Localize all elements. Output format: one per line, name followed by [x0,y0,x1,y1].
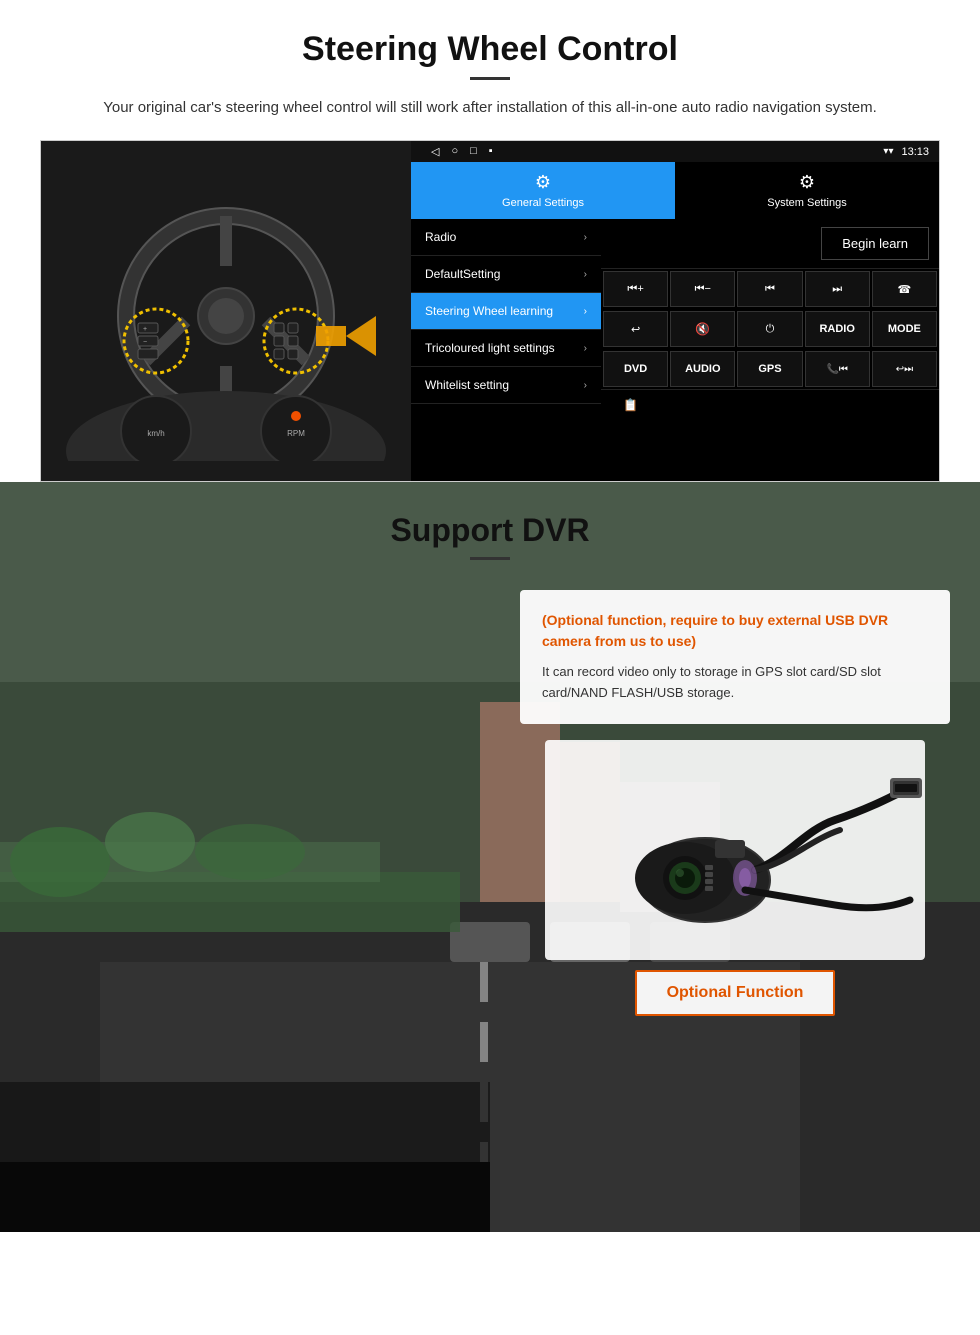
menu-controls-row: Radio › DefaultSetting › Steering Wheel … [411,219,939,481]
svg-text:RPM: RPM [287,429,305,438]
whitelist-icon-row: 📋 [601,389,939,420]
ctrl-audio[interactable]: AUDIO [670,351,735,387]
svg-text:km/h: km/h [147,429,164,438]
nav-square-icon[interactable]: □ [470,145,477,158]
ctrl-back-next[interactable]: ↩⏭ [872,351,937,387]
menu-steering-label: Steering Wheel learning [425,304,553,318]
general-settings-icon: ⚙ [535,172,551,193]
ctrl-button-grid-row1: ⏮+ ⏮− ⏮ ⏭ ☎ [601,269,939,309]
ctrl-gps[interactable]: GPS [737,351,802,387]
begin-learn-button[interactable]: Begin learn [821,227,929,260]
title-divider [470,77,510,80]
tab-system-label: System Settings [767,197,846,209]
steering-wheel-image: + − km/h RPM [41,141,411,481]
steering-controls-panel: Begin learn ⏮+ ⏮− ⏮ ⏭ ☎ ↩ 🔇 ⏻ [601,219,939,481]
begin-learn-row: Begin learn [601,219,939,269]
tab-general-settings[interactable]: ⚙ General Settings [411,162,675,219]
nav-buttons: ◁ ○ □ ▪ [431,145,493,158]
menu-default-label: DefaultSetting [425,267,500,281]
status-time: 13:13 [901,146,929,158]
menu-default-setting[interactable]: DefaultSetting › [411,256,601,293]
menu-whitelist-label: Whitelist setting [425,378,509,392]
optional-function-label: Optional Function [667,984,804,1001]
nav-menu-icon[interactable]: ▪ [489,145,493,158]
dvr-right-area: (Optional function, require to buy exter… [520,590,950,1232]
menu-radio[interactable]: Radio › [411,219,601,256]
section-subtitle: Your original car's steering wheel contr… [60,96,920,120]
menu-whitelist-arrow: › [584,380,587,391]
ctrl-radio[interactable]: RADIO [805,311,870,347]
steering-section: Steering Wheel Control Your original car… [0,0,980,482]
menu-radio-label: Radio [425,230,456,244]
nav-back-icon[interactable]: ◁ [431,145,439,158]
dvr-info-card: (Optional function, require to buy exter… [520,590,950,724]
ctrl-mode[interactable]: MODE [872,311,937,347]
menu-whitelist[interactable]: Whitelist setting › [411,367,601,404]
dvr-section: Support DVR [0,482,980,1232]
menu-tricoloured-arrow: › [584,343,587,354]
ctrl-mute[interactable]: 🔇 [670,311,735,347]
steering-demo-container: + − km/h RPM [40,140,940,482]
dvr-optional-text: (Optional function, require to buy exter… [542,610,928,652]
svg-text:+: + [143,326,147,333]
ctrl-phone[interactable]: ☎ [872,271,937,307]
ctrl-button-grid-row2: ↩ 🔇 ⏻ RADIO MODE [601,309,939,349]
ctrl-button-grid-row3: DVD AUDIO GPS 📞⏮ ↩⏭ [601,349,939,389]
ctrl-next[interactable]: ⏭ [805,271,870,307]
menu-tricoloured[interactable]: Tricoloured light settings › [411,330,601,367]
dvr-camera-image [545,740,925,960]
dvr-title-divider [470,557,510,560]
wifi-icon: ▾▾ [883,146,893,157]
ctrl-dvd[interactable]: DVD [603,351,668,387]
menu-tricoloured-label: Tricoloured light settings [425,341,555,355]
tab-system-settings[interactable]: ⚙ System Settings [675,162,939,219]
dvr-camera-svg [545,740,925,960]
dvr-title: Support DVR [0,512,980,549]
ctrl-prev[interactable]: ⏮ [737,271,802,307]
ctrl-power[interactable]: ⏻ [737,311,802,347]
ctrl-vol-up[interactable]: ⏮+ [603,271,668,307]
ctrl-back[interactable]: ↩ [603,311,668,347]
menu-steering-wheel-learning[interactable]: Steering Wheel learning › [411,293,601,330]
android-statusbar: ◁ ○ □ ▪ ▾▾ 13:13 [411,141,939,162]
dvr-title-area: Support DVR [0,482,980,570]
nav-home-icon[interactable]: ○ [451,145,458,158]
steering-wheel-svg: + − km/h RPM [56,161,396,461]
android-ui-panel: ◁ ○ □ ▪ ▾▾ 13:13 ⚙ General Settings ⚙ Sy… [411,141,939,481]
menu-steering-arrow: › [584,306,587,317]
menu-radio-arrow: › [584,232,587,243]
page-title: Steering Wheel Control [40,30,940,69]
ctrl-phone-prev[interactable]: 📞⏮ [805,351,870,387]
system-settings-icon: ⚙ [799,172,815,193]
optional-function-box: Optional Function [635,970,836,1016]
dvr-left-area: Seicane [30,590,500,1232]
dvr-content-row: Seicane [0,570,980,1232]
tab-general-label: General Settings [502,197,584,209]
whitelist-file-icon: 📋 [623,398,638,412]
ctrl-vol-down[interactable]: ⏮− [670,271,735,307]
settings-menu: Radio › DefaultSetting › Steering Wheel … [411,219,601,481]
dvr-camera-area [520,740,950,960]
svg-text:−: − [143,339,147,346]
settings-tabs: ⚙ General Settings ⚙ System Settings [411,162,939,219]
dvr-background: Support DVR [0,482,980,1232]
menu-default-arrow: › [584,269,587,280]
dvr-description: It can record video only to storage in G… [542,662,928,704]
optional-function-wrapper: Optional Function [520,960,950,1046]
